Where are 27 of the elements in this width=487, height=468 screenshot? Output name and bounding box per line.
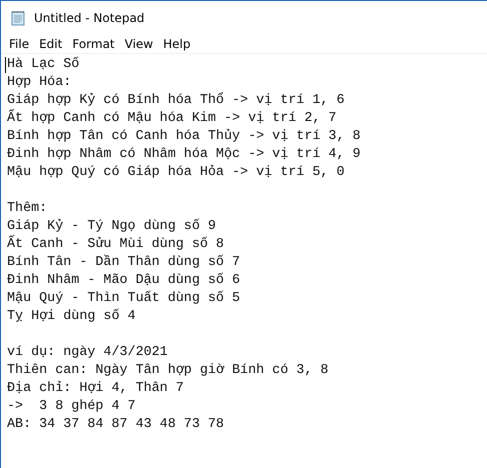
text-line: -> 3 8 ghép 4 7 <box>7 398 136 416</box>
text-line: Bính hợp Tân có Canh hóa Thủy -> vị trí 3, 8 <box>7 128 361 146</box>
text-line: Thiên can: Ngày Tân hợp giờ Bính có 3, 8 <box>7 362 328 380</box>
text-line: Thêm: <box>7 200 48 218</box>
text-line: Hợp Hóa: <box>7 74 72 92</box>
menu-item[interactable]: File <box>4 37 34 51</box>
text-line: Bính Tân - Dần Thân dùng số 7 <box>7 254 240 272</box>
text-line: ví dụ: ngày 4/3/2021 <box>7 344 168 362</box>
text-line: AB: 34 37 84 87 43 48 73 78 <box>7 416 224 434</box>
text-caret <box>5 57 6 73</box>
menu-item[interactable]: Edit <box>34 37 68 51</box>
text-line: Đinh hợp Nhâm có Nhâm hóa Mộc -> vị trí 4, 9 <box>7 146 361 164</box>
text-line: Ất Canh - Sửu Mùi dùng số 8 <box>7 236 224 254</box>
menu-item[interactable]: View <box>120 37 158 51</box>
text-line: Tỵ Hợi dùng số 4 <box>7 308 136 326</box>
menu-item[interactable]: Format <box>67 37 120 51</box>
menu-item[interactable]: Help <box>158 37 196 51</box>
text-line: Đinh Nhâm - Mão Dậu dùng số 6 <box>7 272 240 290</box>
window-title: Untitled - Notepad <box>34 11 144 25</box>
notepad-icon <box>10 10 26 26</box>
text-line: Địa chỉ: Hợi 4, Thân 7 <box>7 380 184 398</box>
text-line: Giáp Kỷ - Tý Ngọ dùng số 9 <box>7 218 216 235</box>
text-line: Mậu hợp Quý có Giáp hóa Hỏa -> vị trí 5, 0 <box>7 164 344 182</box>
text-line: Giáp hợp Kỷ có Bính hóa Thổ -> vị trí 1, 6 <box>7 92 344 109</box>
text-line: Mậu Quý - Thìn Tuất dùng số 5 <box>7 290 240 308</box>
text-line: Hà Lạc Số <box>7 56 80 74</box>
text-line: Ất hợp Canh có Mậu hóa Kim -> vị trí 2, 7 <box>7 110 336 128</box>
